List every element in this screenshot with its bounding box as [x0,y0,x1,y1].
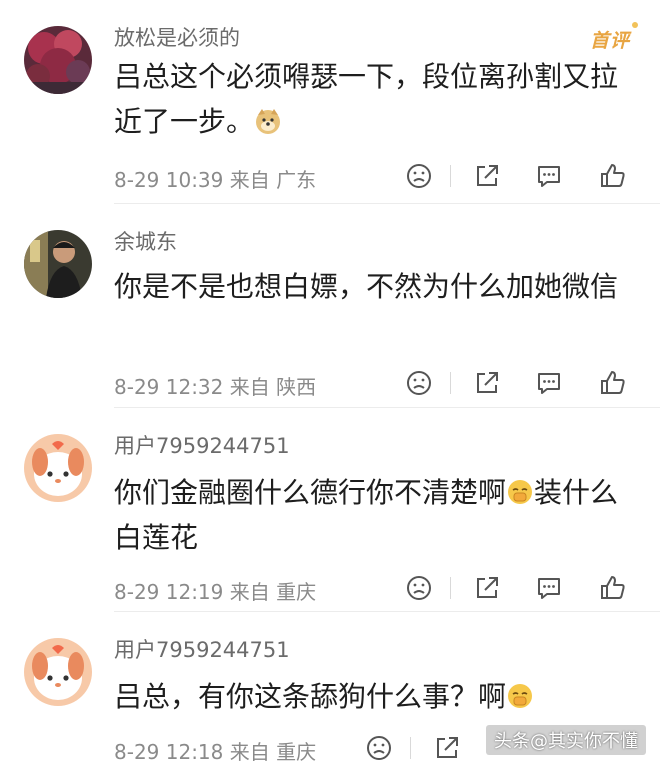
username[interactable]: 用户7959244751 [114,430,290,460]
comment-meta: 8-29 12:18 来自 重庆 [114,736,316,765]
avatar[interactable] [24,434,92,502]
comment-icon[interactable] [534,161,564,191]
comment-meta: 8-29 10:39 来自 广东 [114,164,316,193]
username[interactable]: 余城东 [114,226,177,256]
doge-emoji [254,107,282,135]
divider [410,737,411,759]
action-bar [404,573,634,603]
action-bar [404,368,634,398]
comment-text-content: 吕总，有你这条舔狗什么事？啊 [114,680,507,713]
username[interactable]: 用户7959244751 [114,634,290,664]
timestamp: 8-29 12:32 [114,375,224,399]
comment-text: 吕总这个必须嘚瑟一下，段位离孙割又拉近了一步。 [114,54,634,144]
comment-item: 余城东 你是不是也想白嫖，不然为什么加她微信 8-29 12:32 来自 陕西 [0,204,660,408]
facepalm-emoji [506,682,534,710]
avatar[interactable] [24,638,92,706]
first-comment-badge: 首评 [590,22,639,53]
comment-text-content: 你们金融圈什么德行你不清楚啊 [114,476,507,509]
frown-icon[interactable] [404,368,434,398]
watermark: 头条@其实你不懂 [486,725,646,755]
avatar[interactable] [24,26,92,94]
like-icon[interactable] [598,368,628,398]
share-icon[interactable] [472,161,502,191]
comment-meta: 8-29 12:19 来自 重庆 [114,576,316,605]
location: 来自 重庆 [229,740,317,764]
timestamp: 8-29 12:18 [114,740,224,764]
username[interactable]: 放松是必须的 [114,22,240,52]
divider [450,577,451,599]
comment-meta: 8-29 12:32 来自 陕西 [114,371,316,400]
avatar[interactable] [24,230,92,298]
share-icon[interactable] [472,368,502,398]
comment-text: 吕总，有你这条舔狗什么事？啊 [114,674,634,719]
location: 来自 重庆 [229,580,317,604]
share-icon[interactable] [472,573,502,603]
share-icon[interactable] [432,733,462,763]
timestamp: 8-29 12:19 [114,580,224,604]
comment-icon[interactable] [534,368,564,398]
comment-item: 用户7959244751 你们金融圈什么德行你不清楚啊 装什么白莲花 8-29 1… [0,408,660,612]
frown-icon[interactable] [404,573,434,603]
facepalm-emoji [506,478,534,506]
frown-icon[interactable] [364,733,394,763]
divider [450,165,451,187]
like-icon[interactable] [598,573,628,603]
comment-item: 放松是必须的 首评 吕总这个必须嘚瑟一下，段位离孙割又拉近了一步。 8-29 1… [0,0,660,204]
comment-text-content: 吕总这个必须嘚瑟一下，段位离孙割又拉近了一步。 [114,60,619,138]
comment-text: 你们金融圈什么德行你不清楚啊 装什么白莲花 [114,470,634,560]
location: 来自 陕西 [229,375,317,399]
location: 来自 广东 [229,168,317,192]
timestamp: 8-29 10:39 [114,168,224,192]
action-bar [404,161,634,191]
comment-text: 你是不是也想白嫖，不然为什么加她微信 [114,270,619,303]
like-icon[interactable] [598,161,628,191]
comment-icon[interactable] [534,573,564,603]
divider [450,372,451,394]
frown-icon[interactable] [404,161,434,191]
